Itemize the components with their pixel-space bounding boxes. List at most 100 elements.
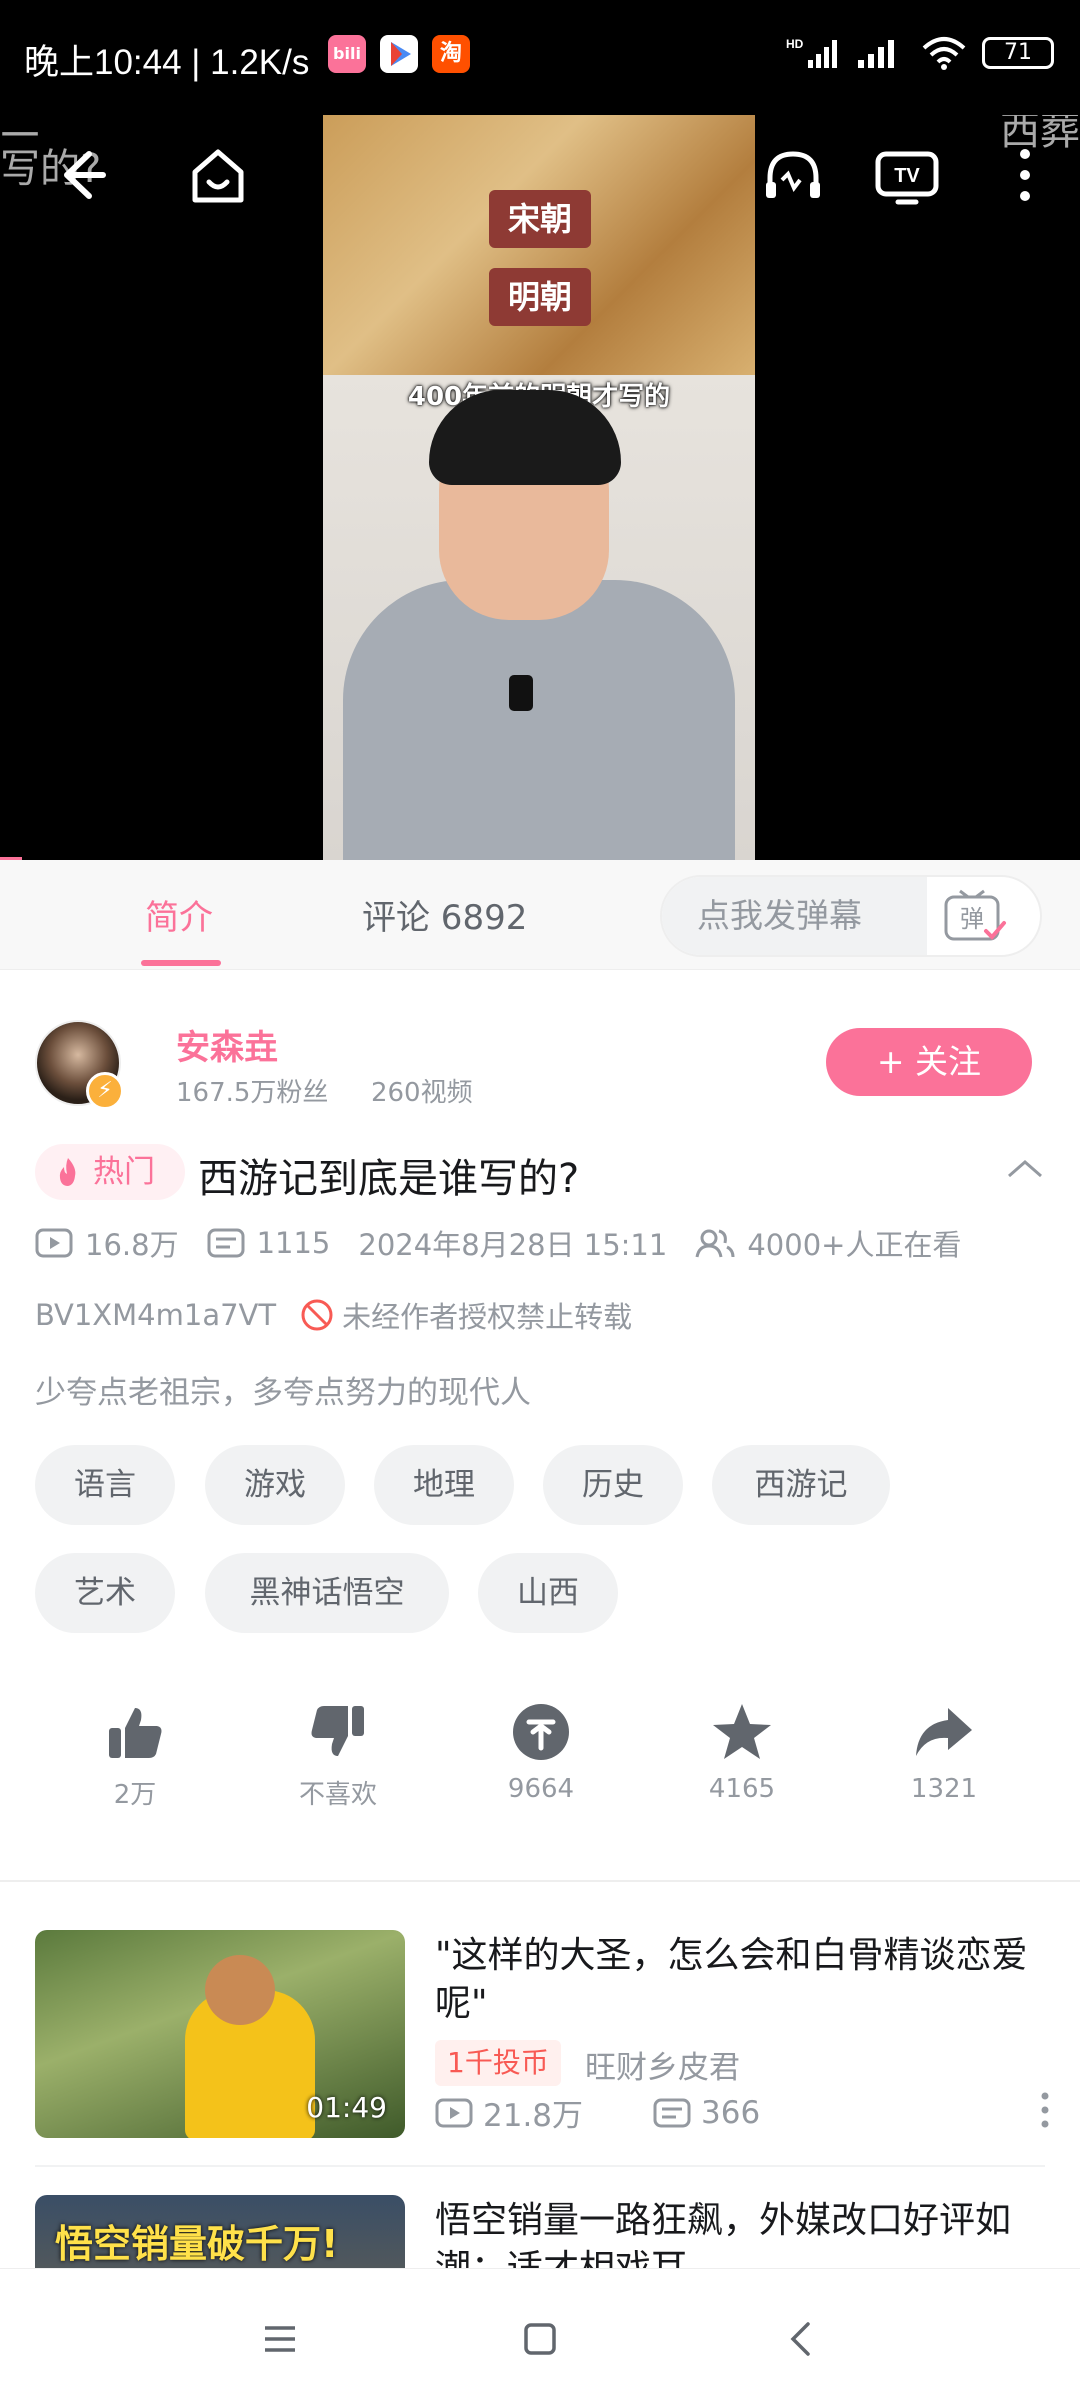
tab-intro[interactable]: 简介 xyxy=(145,890,213,939)
watching-people-icon xyxy=(695,1229,735,1258)
video-title-row: 热门 西游记到底是谁写的? xyxy=(35,1142,1045,1202)
thumbnail-text: 悟空销量破千万! xyxy=(55,2222,339,2266)
svg-text:TV: TV xyxy=(894,165,920,187)
action-bar: 2万 不喜欢 9664 4165 1321 xyxy=(0,1700,1080,1830)
recommend-item[interactable]: 悟空销量破千万! 悟空销量一路狂飙，外媒改口好评如潮：适才相戏耳 xyxy=(0,2195,1080,2268)
tag-chip[interactable]: 历史 xyxy=(543,1445,683,1525)
uploader-stats: 167.5万粉丝 260视频 xyxy=(176,1072,473,1109)
video-frame[interactable]: 宋朝 明朝 400年前的明朝才写的 xyxy=(323,90,755,860)
tag-chip[interactable]: 艺术 xyxy=(35,1553,175,1633)
dislike-label: 不喜欢 xyxy=(298,1780,377,1810)
wifi-icon xyxy=(922,37,966,70)
bv-row: BV1XM4m1a7VT 未经作者授权禁止转载 xyxy=(35,1294,632,1336)
svg-text:HD: HD xyxy=(786,37,804,51)
microphone xyxy=(509,675,533,711)
play-store-icon xyxy=(380,35,418,73)
video-description: 少夸点老祖宗，多夸点努力的现代人 xyxy=(35,1375,531,1411)
battery-icon: 71 xyxy=(982,37,1054,69)
video-title: 西游记到底是谁写的? xyxy=(198,1156,580,1202)
status-bar: 晚上10:44 | 1.2K/s bili 淘 HD 71 xyxy=(0,0,1080,115)
thumbs-up-icon xyxy=(109,1708,162,1758)
uploader-name[interactable]: 安森垚 xyxy=(176,1020,278,1069)
danmaku-toggle-icon[interactable]: 弹 xyxy=(942,887,1008,945)
recommend-danmaku: 366 xyxy=(701,2094,761,2131)
uploader-info: ⚡ 安森垚 167.5万粉丝 260视频 + 关注 xyxy=(0,1000,1080,1120)
system-icons: HD 71 xyxy=(786,36,1054,70)
coin-icon xyxy=(513,1704,569,1760)
thumbnail-face xyxy=(205,1955,275,2025)
hot-badge: 热门 xyxy=(35,1144,185,1200)
tag-chip[interactable]: 语言 xyxy=(35,1445,175,1525)
uploader-fans: 167.5万粉丝 xyxy=(176,1078,329,1108)
tab-comments[interactable]: 评论 6892 xyxy=(362,890,527,939)
menu-icon[interactable] xyxy=(255,2314,305,2364)
tab-active-indicator xyxy=(141,960,221,966)
audio-mode-icon[interactable] xyxy=(758,140,828,210)
more-options-icon[interactable] xyxy=(1035,2090,1055,2130)
thumbs-down-icon xyxy=(311,1706,364,1756)
share-count: 1321 xyxy=(910,1774,978,1804)
section-divider xyxy=(0,1880,1080,1882)
recommend-uploader: 旺财乡皮君 xyxy=(585,2050,740,2086)
danmaku-toggle-text: 弹 xyxy=(960,905,984,933)
home-square-icon[interactable] xyxy=(515,2314,565,2364)
favorite-count: 4165 xyxy=(708,1774,776,1804)
more-options-icon[interactable] xyxy=(990,140,1060,210)
view-count: 16.8万 xyxy=(85,1228,179,1262)
presenter-body xyxy=(343,580,735,860)
coin-count: 9664 xyxy=(507,1774,575,1804)
publish-date: 2024年8月28日 15:11 xyxy=(358,1228,668,1262)
danmaku-input[interactable]: 点我发弹幕 弹 xyxy=(660,875,1042,957)
recommend-stats: 21.8万 366 xyxy=(435,2090,760,2135)
video-duration: 01:49 xyxy=(306,2091,387,2124)
share-arrow-icon xyxy=(916,1708,972,1756)
video-tag-song: 宋朝 xyxy=(489,190,591,248)
tag-chip[interactable]: 地理 xyxy=(374,1445,514,1525)
video-meta: 16.8万 1115 2024年8月28日 15:11 4000+人正在看 xyxy=(35,1222,1055,1264)
copyright-notice: 未经作者授权禁止转载 xyxy=(342,1300,633,1334)
favorite-button[interactable]: 4165 xyxy=(672,1700,812,1804)
bilibili-app-icon: bili xyxy=(328,35,366,73)
recommend-thumbnail[interactable]: 01:49 xyxy=(35,1930,405,2138)
star-icon xyxy=(713,1704,771,1759)
like-count: 2万 xyxy=(113,1780,157,1810)
back-arrow-icon[interactable] xyxy=(45,140,115,210)
bv-id[interactable]: BV1XM4m1a7VT xyxy=(35,1298,276,1332)
signal-icon xyxy=(858,40,894,68)
video-tag-ming: 明朝 xyxy=(489,268,591,326)
system-nav-bar xyxy=(0,2268,1080,2400)
video-player[interactable]: 二 写的? 西葬 宋朝 明朝 400年前的明朝才写的 TV xyxy=(0,90,1080,860)
danmaku-count: 1115 xyxy=(256,1226,331,1260)
recommend-title: "这样的大圣，怎么会和白骨精谈恋爱呢" xyxy=(435,1935,1028,2024)
back-icon[interactable] xyxy=(777,2314,827,2364)
recommend-thumbnail[interactable]: 悟空销量破千万! xyxy=(35,2195,405,2268)
share-button[interactable]: 1321 xyxy=(874,1700,1014,1804)
home-icon[interactable] xyxy=(183,140,253,210)
recommend-views: 21.8万 xyxy=(483,2098,584,2134)
like-button[interactable]: 2万 xyxy=(65,1700,205,1811)
taobao-app-icon: 淘 xyxy=(432,35,470,73)
list-separator xyxy=(35,2165,1045,2167)
uploader-videos: 260视频 xyxy=(370,1078,473,1108)
tag-chip[interactable]: 西游记 xyxy=(712,1445,890,1525)
watching-count: 4000+人正在看 xyxy=(747,1228,962,1262)
danmaku-count-icon xyxy=(207,1228,245,1258)
verified-badge-icon: ⚡ xyxy=(86,1072,124,1110)
tag-chip[interactable]: 山西 xyxy=(478,1553,618,1633)
signal-hd-icon: HD xyxy=(786,37,837,68)
danmaku-placeholder[interactable]: 点我发弹幕 xyxy=(662,877,927,955)
tag-chip[interactable]: 游戏 xyxy=(205,1445,345,1525)
presenter-hair xyxy=(429,390,621,485)
no-repost-icon xyxy=(301,1299,333,1331)
cast-tv-icon[interactable]: TV xyxy=(872,140,942,210)
danmaku-count-icon xyxy=(653,2098,691,2127)
tag-chip[interactable]: 黑神话悟空 xyxy=(205,1553,449,1633)
recommend-title: 悟空销量一路狂飙，外媒改口好评如潮：适才相戏耳 xyxy=(435,2200,1012,2268)
follow-button[interactable]: + 关注 xyxy=(826,1028,1032,1096)
recommend-item[interactable]: 01:49 "这样的大圣，怎么会和白骨精谈恋爱呢" 1千投币 旺财乡皮君 21.… xyxy=(0,1930,1080,2140)
collapse-chevron-icon[interactable] xyxy=(1005,1154,1045,1184)
dislike-button[interactable]: 不喜欢 xyxy=(268,1700,408,1811)
coin-button[interactable]: 9664 xyxy=(471,1700,611,1804)
coin-badge: 1千投币 xyxy=(435,2040,561,2086)
hot-label: 热门 xyxy=(93,1154,155,1190)
